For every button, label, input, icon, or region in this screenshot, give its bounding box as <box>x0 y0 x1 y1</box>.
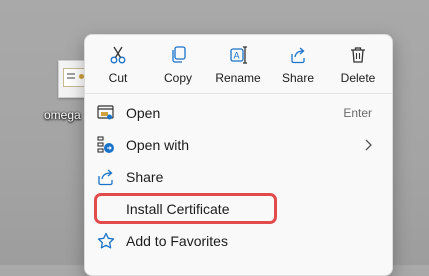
copy-label: Copy <box>163 71 192 85</box>
menu-item-open-with[interactable]: Open with <box>89 129 388 161</box>
file-name-label: omega <box>44 108 81 122</box>
rename-icon: A <box>230 46 247 64</box>
share-icon <box>291 47 305 64</box>
chevron-right-icon <box>365 139 372 151</box>
delete-button[interactable]: Delete <box>329 37 387 91</box>
star-icon <box>97 232 115 249</box>
menu-item-open-with-label: Open with <box>126 137 190 153</box>
cut-label: Cut <box>108 71 128 85</box>
rename-button[interactable]: A Rename <box>209 37 267 91</box>
open-icon <box>97 105 114 120</box>
menu-item-share[interactable]: Share <box>89 161 388 193</box>
quick-actions-bar: Cut Copy A Rename Share Delete <box>85 35 392 94</box>
menu-item-open[interactable]: Open Enter <box>89 97 388 129</box>
trash-icon <box>351 47 365 63</box>
share-quick-button[interactable]: Share <box>269 37 327 91</box>
share-icon <box>98 169 113 186</box>
menu-item-add-to-favorites-label: Add to Favorites <box>126 233 228 249</box>
open-shortcut: Enter <box>343 106 372 120</box>
open-with-icon <box>97 136 114 153</box>
menu-item-install-certificate[interactable]: Install Certificate <box>89 193 388 225</box>
menu-item-share-label: Share <box>126 169 164 185</box>
rename-label: Rename <box>215 71 261 85</box>
menu-item-open-label: Open <box>126 105 161 121</box>
copy-button[interactable]: Copy <box>149 37 207 91</box>
scissors-icon <box>110 46 126 64</box>
copy-icon <box>172 46 186 63</box>
context-menu: Cut Copy A Rename Share Delete Open Ente… <box>84 34 393 276</box>
svg-text:A: A <box>234 52 241 62</box>
menu-item-add-to-favorites[interactable]: Add to Favorites <box>89 225 388 257</box>
cut-button[interactable]: Cut <box>89 37 147 91</box>
share-quick-label: Share <box>281 71 315 85</box>
delete-label: Delete <box>340 71 376 85</box>
menu-item-install-certificate-label: Install Certificate <box>126 201 230 217</box>
